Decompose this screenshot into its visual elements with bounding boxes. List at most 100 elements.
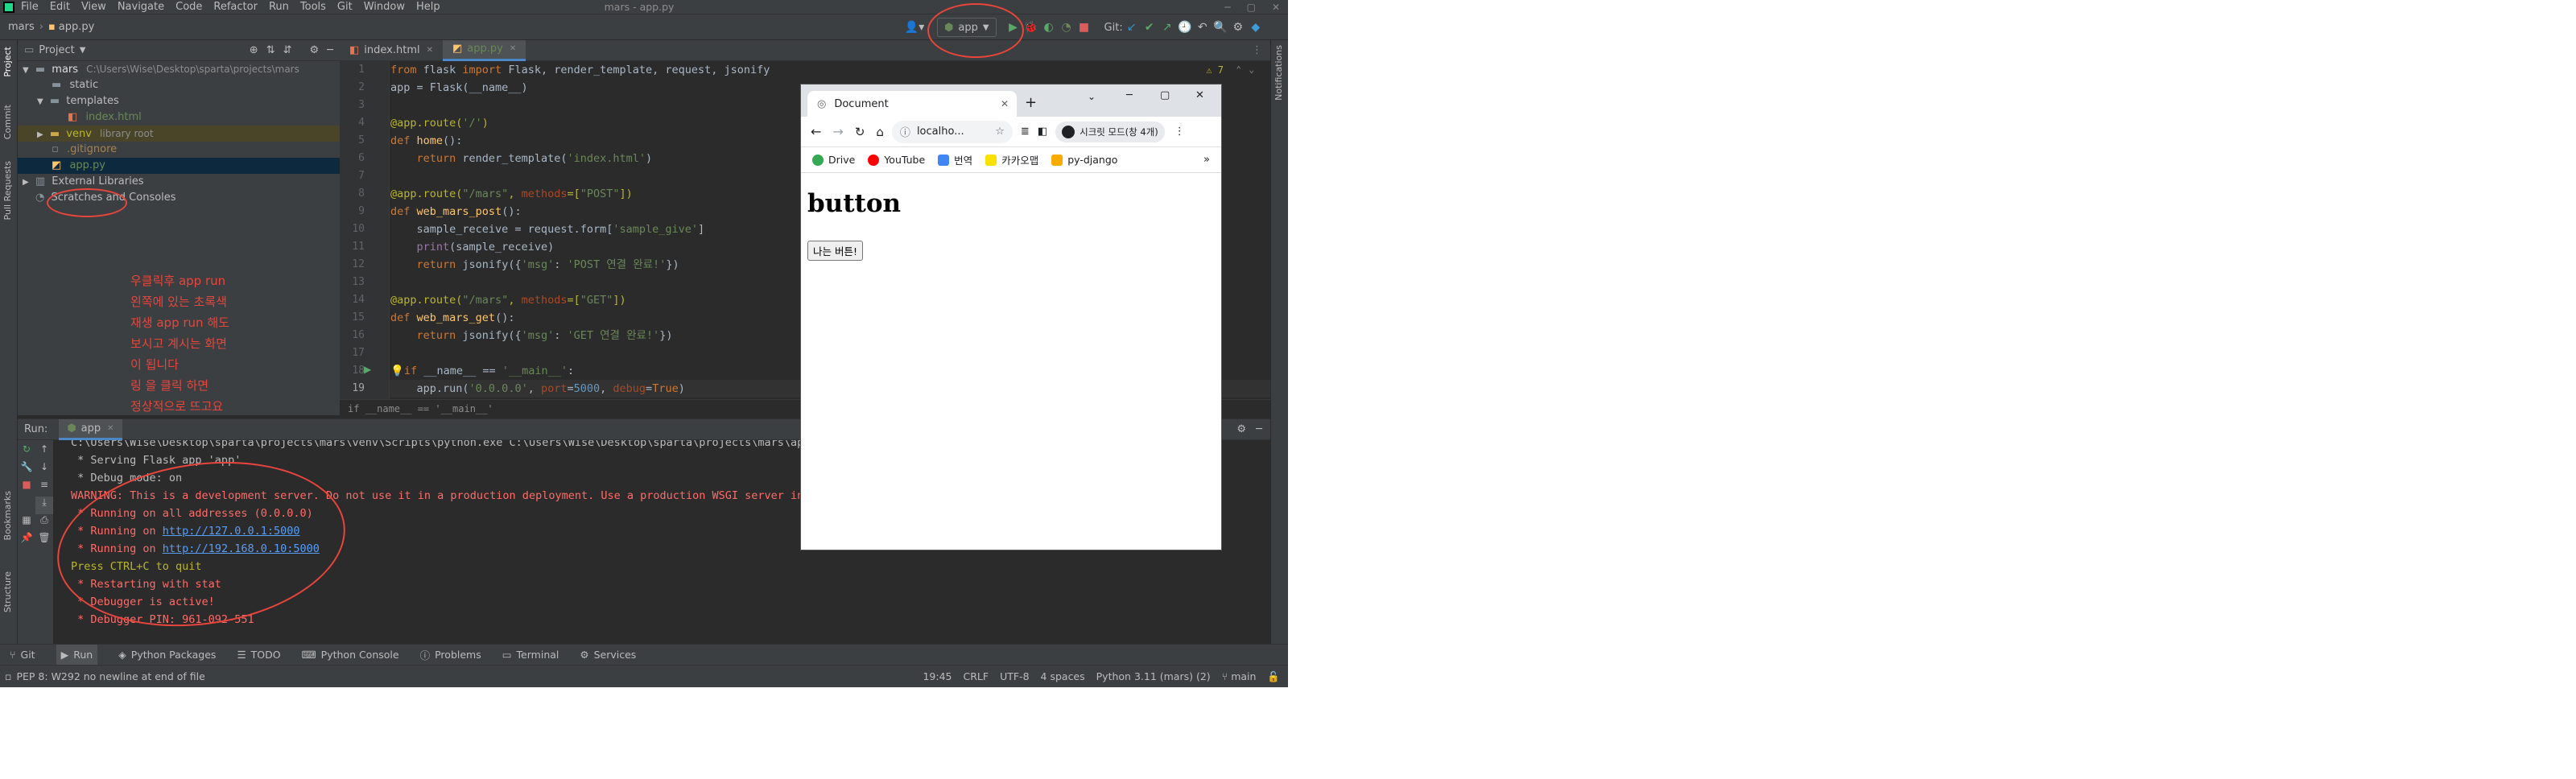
- tab-index-html[interactable]: ◧ index.html ✕: [340, 40, 443, 61]
- tool-tab-todo[interactable]: ☰ TODO: [237, 649, 280, 661]
- menu-window[interactable]: Window: [364, 1, 405, 13]
- hide-icon[interactable]: ─: [327, 44, 333, 56]
- breadcrumb-file[interactable]: app.py: [59, 21, 95, 33]
- tool-tab-problems[interactable]: ⓘ Problems: [420, 647, 481, 662]
- python-interpreter[interactable]: Python 3.11 (mars) (2): [1096, 670, 1211, 682]
- tool-project[interactable]: Project: [2, 47, 13, 77]
- git-branch[interactable]: main: [1231, 670, 1256, 682]
- arrow-down-icon[interactable]: ↓: [35, 461, 53, 479]
- menu-view[interactable]: View: [81, 1, 106, 13]
- status-message[interactable]: PEP 8: W292 no newline at end of file: [16, 670, 204, 682]
- tree-item-venv[interactable]: ▶ ▬ venv library root: [18, 126, 340, 142]
- tool-tab-terminal[interactable]: ▭ Terminal: [502, 649, 559, 661]
- line-separator[interactable]: CRLF: [964, 670, 989, 682]
- menu-help[interactable]: Help: [416, 1, 440, 13]
- maximize-icon[interactable]: ▢: [1247, 2, 1256, 13]
- print-icon[interactable]: ⎙: [35, 514, 53, 532]
- gear-icon[interactable]: ⚙: [1236, 423, 1246, 435]
- soft-wrap-icon[interactable]: ≡: [35, 479, 53, 497]
- close-icon[interactable]: ✕: [1195, 89, 1204, 101]
- double-chevron-right-icon[interactable]: »: [1203, 154, 1210, 166]
- menu-refactor[interactable]: Refactor: [213, 1, 258, 13]
- incognito-badge[interactable]: 시크릿 모드(창 4개): [1055, 121, 1165, 142]
- profile-icon[interactable]: ◔: [1058, 19, 1075, 36]
- breadcrumb-project[interactable]: mars: [8, 21, 35, 33]
- menu-git[interactable]: Git: [337, 1, 353, 13]
- menu-code[interactable]: Code: [175, 1, 202, 13]
- gear-icon[interactable]: ⚙: [1229, 19, 1247, 36]
- layout-icon[interactable]: ▦: [18, 514, 35, 532]
- coverage-icon[interactable]: ◐: [1040, 19, 1058, 36]
- close-icon[interactable]: ✕: [107, 424, 114, 433]
- arrow-up-icon[interactable]: ↑: [35, 443, 53, 461]
- indent-setting[interactable]: 4 spaces: [1041, 670, 1085, 682]
- git-push-icon[interactable]: ↗: [1158, 19, 1176, 36]
- rollback-icon[interactable]: ↶: [1194, 19, 1212, 36]
- git-update-icon[interactable]: ↙: [1123, 19, 1141, 36]
- minimize-icon[interactable]: ─: [1126, 89, 1133, 101]
- tree-item-templates[interactable]: ▼ ▬ templates: [18, 93, 340, 109]
- tool-commit[interactable]: Commit: [2, 105, 13, 139]
- user-icon[interactable]: 👤▾: [900, 19, 929, 36]
- bookmark-py-django[interactable]: py-django: [1051, 154, 1117, 166]
- side-panel-icon[interactable]: ◧: [1038, 126, 1047, 138]
- page-button[interactable]: 나는 버튼!: [807, 241, 863, 261]
- tool-bookmarks[interactable]: Bookmarks: [2, 491, 13, 540]
- menu-file[interactable]: File: [21, 1, 39, 13]
- close-icon[interactable]: ✕: [1001, 98, 1009, 109]
- tool-tab-python-console[interactable]: ⌨ Python Console: [302, 649, 399, 661]
- tool-tab-python-packages[interactable]: ◈ Python Packages: [118, 649, 216, 661]
- cursor-position[interactable]: 19:45: [923, 670, 952, 682]
- maximize-icon[interactable]: ▢: [1160, 89, 1170, 101]
- tree-item-gitignore[interactable]: ▫ .gitignore: [18, 142, 340, 158]
- run-tab-app[interactable]: ⬢ app ✕: [59, 418, 122, 440]
- menu-edit[interactable]: Edit: [50, 1, 70, 13]
- debug-icon[interactable]: 🐞: [1022, 19, 1040, 36]
- tree-item-index-html[interactable]: ◧ index.html: [18, 109, 340, 126]
- home-icon[interactable]: ⌂: [876, 125, 884, 139]
- project-panel-title[interactable]: Project: [39, 44, 74, 56]
- close-icon[interactable]: ✕: [427, 40, 433, 61]
- tree-item-mars[interactable]: ▼ ▬ mars C:\Users\Wise\Desktop\sparta\pr…: [18, 61, 340, 77]
- bookmark-translate[interactable]: 번역: [938, 152, 972, 167]
- tool-tab-services[interactable]: ⚙ Services: [580, 649, 636, 661]
- bookmark-kakaomap[interactable]: 카카오맵: [985, 152, 1038, 167]
- menu-tools[interactable]: Tools: [300, 1, 326, 13]
- address-bar[interactable]: ⓘ localho... ☆: [891, 120, 1013, 143]
- locate-icon[interactable]: ⊕: [250, 44, 258, 56]
- chevron-down-icon[interactable]: ⌄: [1088, 91, 1096, 102]
- search-icon[interactable]: 🔍: [1212, 19, 1229, 36]
- pin-icon[interactable]: 📌: [18, 532, 35, 550]
- run-gutter-icon[interactable]: ▶: [364, 364, 371, 375]
- scroll-to-end-icon[interactable]: ⤓: [35, 497, 53, 514]
- collapse-all-icon[interactable]: ⇵: [283, 44, 292, 56]
- stop-icon[interactable]: ■: [1075, 19, 1093, 36]
- tool-tab-run[interactable]: ▶ Run: [56, 644, 98, 666]
- tool-structure[interactable]: Structure: [2, 571, 13, 612]
- rerun-icon[interactable]: ↻: [18, 443, 35, 461]
- hide-icon[interactable]: ─: [1256, 423, 1262, 435]
- new-tab-icon[interactable]: +: [1025, 94, 1037, 111]
- reload-icon[interactable]: ↻: [855, 125, 865, 139]
- minimize-icon[interactable]: ─: [1224, 2, 1230, 13]
- info-icon[interactable]: ⓘ: [900, 124, 910, 139]
- back-icon[interactable]: ←: [811, 124, 821, 139]
- tool-tab-git[interactable]: ⑂ Git: [10, 649, 35, 661]
- trash-icon[interactable]: 🗑: [35, 532, 53, 550]
- tool-notifications[interactable]: Notifications: [1274, 45, 1284, 101]
- stop-icon[interactable]: ■: [18, 479, 35, 497]
- bookmark-drive[interactable]: Drive: [812, 154, 855, 166]
- tree-item-app-py[interactable]: ◩ app.py: [18, 158, 340, 174]
- close-icon[interactable]: ✕: [1272, 2, 1280, 13]
- tab-app-py[interactable]: ◩ app.py ✕: [443, 39, 526, 61]
- inspection-widget[interactable]: ⚠ 7: [1206, 64, 1224, 76]
- chevron-up-icon[interactable]: ⌃: [1236, 64, 1241, 75]
- jetbrains-logo-icon[interactable]: ◆: [1247, 19, 1265, 36]
- tree-item-static[interactable]: ▬ static: [18, 77, 340, 93]
- lock-icon[interactable]: 🔓: [1267, 670, 1280, 683]
- git-history-icon[interactable]: 🕘: [1176, 19, 1194, 36]
- reading-list-icon[interactable]: ≣: [1021, 126, 1030, 138]
- tree-item-external-libraries[interactable]: ▶ ▥ External Libraries: [18, 174, 340, 190]
- tool-pull-requests[interactable]: Pull Requests: [2, 161, 13, 220]
- chevron-down-icon[interactable]: ▼: [80, 46, 86, 55]
